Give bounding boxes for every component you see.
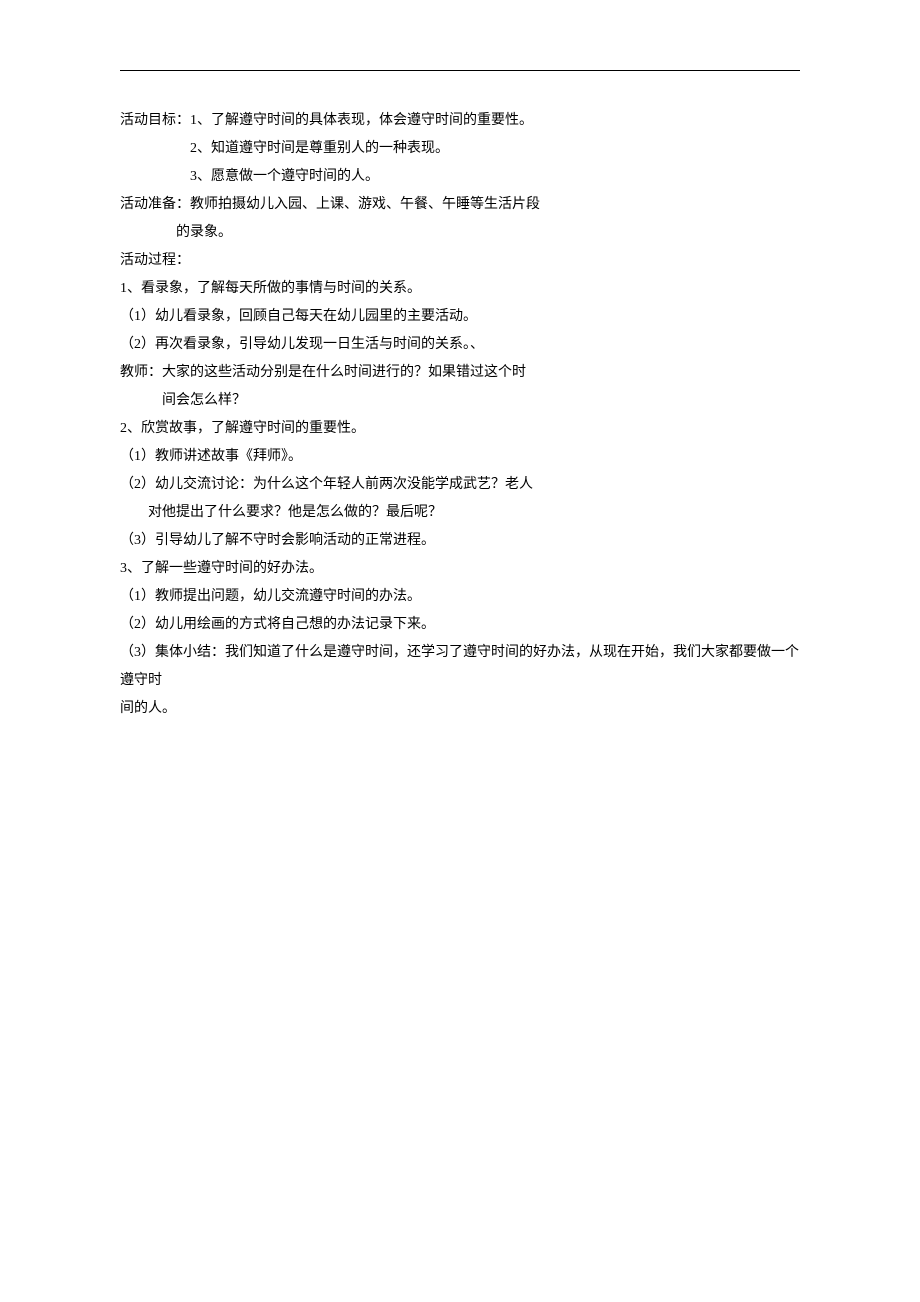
text-line: （3）集体小结：我们知道了什么是遵守时间，还学习了遵守时间的好办法，从现在开始，…: [120, 639, 800, 695]
text-line: （2）幼儿交流讨论：为什么这个年轻人前两次没能学成武艺？老人: [120, 471, 800, 499]
text-line: 活动准备：教师拍摄幼儿入园、上课、游戏、午餐、午睡等生活片段: [120, 191, 800, 219]
top-divider: [120, 70, 800, 71]
text-line: 活动目标：1、了解遵守时间的具体表现，体会遵守时间的重要性。: [120, 107, 800, 135]
text-line: （1）幼儿看录象，回顾自己每天在幼儿园里的主要活动。: [120, 303, 800, 331]
text-line: （1）教师讲述故事《拜师》。: [120, 443, 800, 471]
document-page: 活动目标：1、了解遵守时间的具体表现，体会遵守时间的重要性。 2、知道遵守时间是…: [0, 0, 920, 763]
text-line: 对他提出了什么要求？他是怎么做的？最后呢？: [120, 499, 800, 527]
text-line: 3、愿意做一个遵守时间的人。: [120, 163, 800, 191]
text-line: 活动过程：: [120, 247, 800, 275]
text-line: （2）幼儿用绘画的方式将自己想的办法记录下来。: [120, 611, 800, 639]
text-line: 2、知道遵守时间是尊重别人的一种表现。: [120, 135, 800, 163]
text-line: 2、欣赏故事，了解遵守时间的重要性。: [120, 415, 800, 443]
text-line: 3、了解一些遵守时间的好办法。: [120, 555, 800, 583]
text-line: 间的人。: [120, 695, 800, 723]
text-line: （1）教师提出问题，幼儿交流遵守时间的办法。: [120, 583, 800, 611]
text-line: 1、看录象，了解每天所做的事情与时间的关系。: [120, 275, 800, 303]
text-line: （3）引导幼儿了解不守时会影响活动的正常进程。: [120, 527, 800, 555]
document-content: 活动目标：1、了解遵守时间的具体表现，体会遵守时间的重要性。 2、知道遵守时间是…: [120, 107, 800, 723]
text-line: 间会怎么样？: [120, 387, 800, 415]
text-line: 教师：大家的这些活动分别是在什么时间进行的？如果错过这个时: [120, 359, 800, 387]
text-line: （2）再次看录象，引导幼儿发现一日生活与时间的关系。、: [120, 331, 800, 359]
text-line: 的录象。: [120, 219, 800, 247]
